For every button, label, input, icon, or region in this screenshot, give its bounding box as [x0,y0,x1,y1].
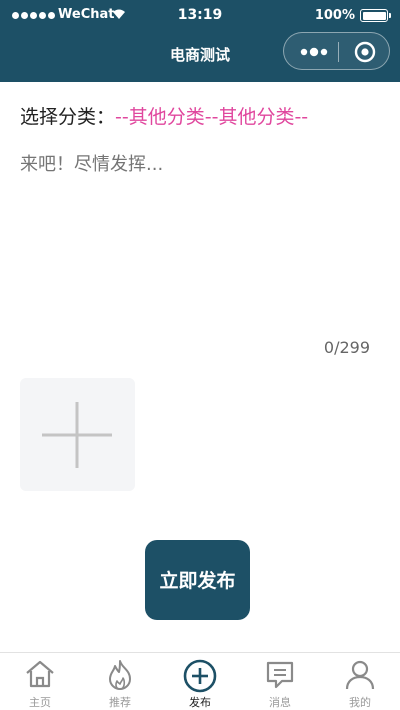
tab-recommend-label: 推荐 [109,696,131,709]
tab-bar: 主页 推荐 发布 消息 我的 [0,652,400,710]
tab-recommend[interactable]: 推荐 [80,653,160,710]
mini-program-capsule [283,32,390,70]
content-textarea[interactable] [20,150,380,320]
tab-messages-label: 消息 [269,696,291,709]
close-icon[interactable] [347,40,383,64]
tab-home[interactable]: 主页 [0,653,80,710]
tab-publish-label: 发布 [189,696,211,709]
battery-percent: 100% [314,8,355,23]
category-value[interactable]: --其他分类--其他分类-- [115,106,308,128]
tab-messages[interactable]: 消息 [240,653,320,710]
tab-publish[interactable]: 发布 [160,653,240,710]
char-counter: 0/299 [323,338,370,357]
status-bar: WeChat 13:19 100% [0,0,400,32]
tab-home-label: 主页 [29,696,51,709]
user-icon [345,660,375,690]
publish-button[interactable]: 立即发布 [145,540,250,620]
plus-icon [42,402,112,468]
more-icon[interactable] [296,40,336,64]
capsule-divider [338,42,339,62]
flame-icon [109,660,131,690]
plus-circle-icon [183,659,217,693]
tab-profile-label: 我的 [349,696,371,709]
top-bar: WeChat 13:19 100% 电商测试 [0,0,400,82]
category-selector[interactable]: 选择分类：--其他分类--其他分类-- [20,102,308,129]
home-icon [26,660,54,688]
add-image-button[interactable] [20,378,135,491]
tab-profile[interactable]: 我的 [320,653,400,710]
battery-icon [360,9,391,22]
category-label: 选择分类： [20,106,116,128]
message-icon [266,661,294,689]
